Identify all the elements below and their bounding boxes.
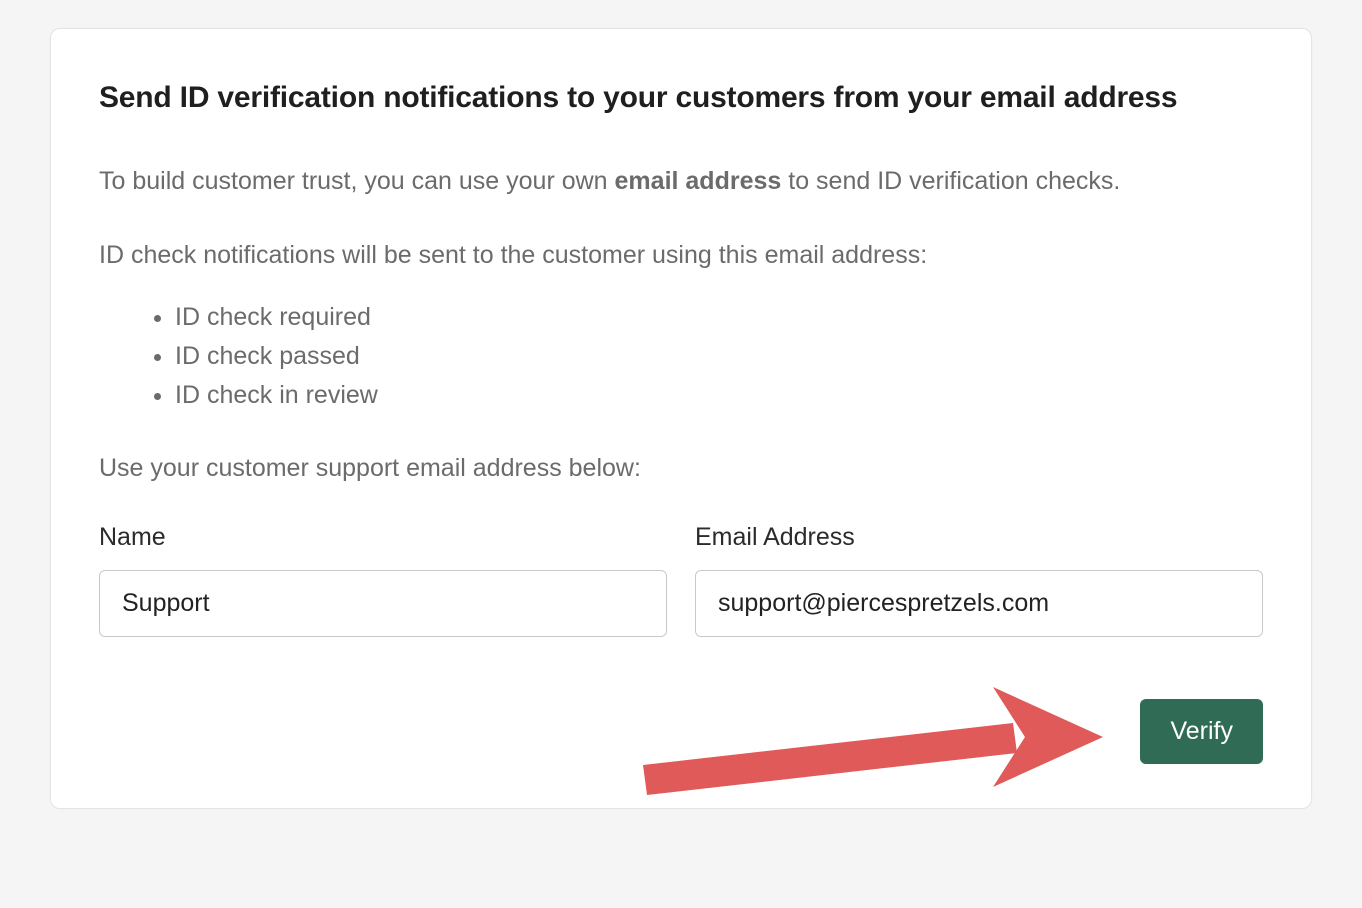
card-description: To build customer trust, you can use you… xyxy=(99,163,1263,201)
name-label: Name xyxy=(99,523,667,552)
name-field-wrapper: Name xyxy=(99,523,667,637)
card-title: Send ID verification notifications to yo… xyxy=(99,81,1263,115)
form-instruction: Use your customer support email address … xyxy=(99,454,1263,483)
description-suffix: to send ID verification checks. xyxy=(781,167,1120,195)
email-input[interactable] xyxy=(695,570,1263,637)
email-field-wrapper: Email Address xyxy=(695,523,1263,637)
notification-subhead: ID check notifications will be sent to t… xyxy=(99,237,1263,275)
email-label: Email Address xyxy=(695,523,1263,552)
form-row: Name Email Address xyxy=(99,523,1263,637)
verify-button[interactable]: Verify xyxy=(1140,699,1263,764)
name-input[interactable] xyxy=(99,570,667,637)
annotation-arrow-icon xyxy=(633,687,1103,797)
description-prefix: To build customer trust, you can use you… xyxy=(99,167,615,195)
description-strong: email address xyxy=(615,167,782,195)
settings-card: Send ID verification notifications to yo… xyxy=(50,28,1312,809)
list-item: ID check in review xyxy=(175,376,1263,415)
list-item: ID check passed xyxy=(175,337,1263,376)
notification-list: ID check required ID check passed ID che… xyxy=(99,298,1263,414)
actions-row: Verify xyxy=(99,699,1263,764)
list-item: ID check required xyxy=(175,298,1263,337)
